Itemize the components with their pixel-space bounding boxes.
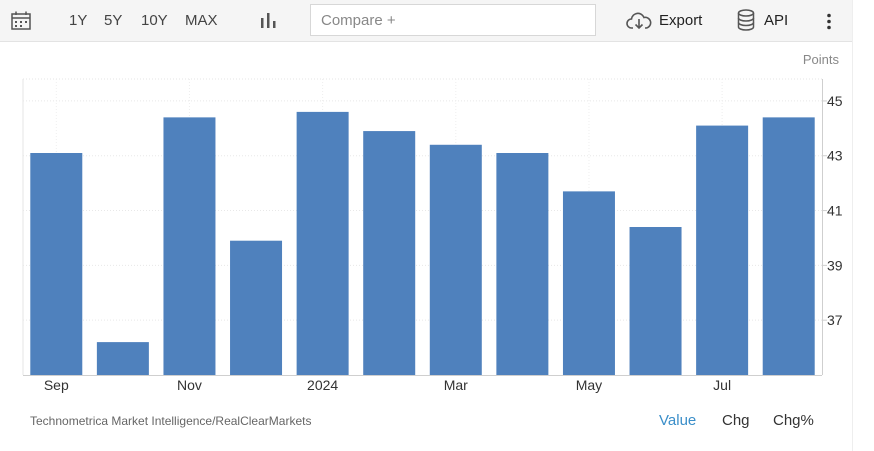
bar [762, 117, 815, 376]
bar [96, 342, 149, 375]
bar-series [30, 111, 815, 376]
bar [163, 117, 216, 376]
x-tick-label: Sep [44, 377, 69, 393]
y-tick-label: 37 [827, 312, 843, 328]
x-tick-label: May [576, 377, 602, 393]
view-chg-pct-button[interactable]: Chg% [773, 412, 814, 429]
bar [629, 227, 682, 375]
view-chg-button[interactable]: Chg [722, 412, 750, 429]
bar-chart: Points 37 39 41 43 45 Sep Nov 2024 Mar May Jul [22, 52, 843, 393]
units-label: Points [803, 52, 840, 67]
bar [296, 111, 349, 375]
bar [496, 153, 549, 375]
y-tick-label: 41 [827, 203, 843, 219]
x-tick-label: Jul [713, 377, 731, 393]
bar [363, 131, 416, 375]
x-tick-label: Mar [444, 377, 468, 393]
bar [230, 240, 283, 375]
bar [30, 153, 83, 375]
y-tick-label: 43 [827, 148, 843, 164]
x-tick-label: Nov [177, 377, 202, 393]
y-tick-label: 39 [827, 257, 843, 273]
bar [429, 144, 482, 375]
bar [696, 125, 749, 375]
source-credit: Technometrica Market Intelligence/RealCl… [30, 414, 312, 428]
view-value-button[interactable]: Value [659, 412, 696, 429]
x-tick-label: 2024 [307, 377, 338, 393]
y-tick-label: 45 [827, 93, 843, 109]
bar [562, 191, 615, 375]
